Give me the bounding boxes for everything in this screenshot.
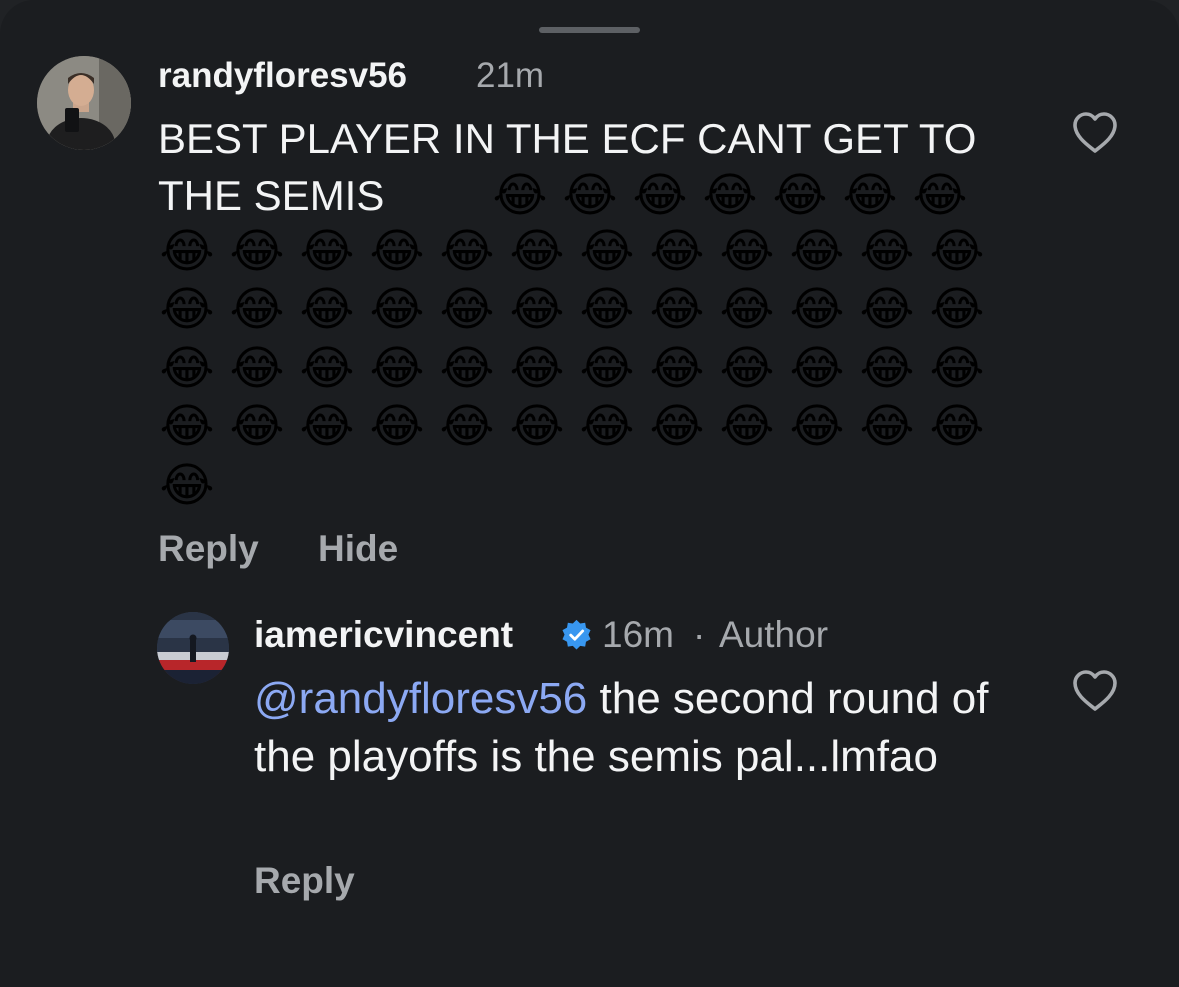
laughing-emoji: 😂 — [509, 340, 565, 394]
reply-button[interactable]: Reply — [254, 860, 355, 902]
laughing-emoji: 😂 — [369, 282, 425, 335]
emoji-row: 😂 😂 😂 😂 😂 😂 😂 😂 😂 😂 😂 😂 — [158, 223, 986, 277]
laughing-emoji: 😂 — [229, 282, 285, 335]
laughing-emoji: 😂 — [159, 457, 215, 511]
comment-username[interactable]: iamericvincent — [254, 614, 513, 656]
laughing-emoji: 😂 — [772, 167, 828, 221]
laughing-emoji: 😂 — [719, 223, 775, 277]
laughing-emoji: 😂 — [929, 399, 985, 452]
laughing-emoji: 😂 — [509, 223, 565, 277]
laughing-emoji: 😂 — [159, 282, 215, 335]
laughing-emoji: 😂 — [369, 399, 425, 452]
sheet-grab-handle[interactable] — [539, 27, 640, 33]
heart-outline-icon[interactable] — [1071, 111, 1119, 155]
comment-username[interactable]: randyfloresv56 — [158, 56, 407, 96]
laughing-emoji: 😂 — [719, 399, 775, 452]
laughing-emoji: 😂 — [859, 223, 915, 277]
laughing-emoji: 😂 — [159, 223, 215, 277]
comment-text: @randyfloresv56 the second round of the … — [254, 670, 1014, 786]
laughing-emoji: 😂 — [439, 223, 495, 277]
comments-sheet: randyfloresv56 21m BEST PLAYER IN THE EC… — [0, 0, 1179, 987]
avatar-photo — [157, 612, 229, 684]
laughing-emoji: 😂 — [509, 399, 565, 452]
laughing-emoji: 😂 — [929, 223, 985, 277]
laughing-emoji: 😂 — [859, 340, 915, 394]
laughing-emoji: 😂 — [439, 399, 495, 452]
hide-button[interactable]: Hide — [318, 528, 398, 570]
laughing-emoji: 😂 — [929, 340, 985, 394]
laughing-emoji: 😂 — [439, 282, 495, 335]
laughing-emoji: 😂 — [702, 167, 758, 221]
laughing-emoji: 😂 — [842, 167, 898, 221]
laughing-emoji: 😂 — [369, 340, 425, 394]
laughing-emoji: 😂 — [789, 282, 845, 335]
emoji-row: 😂 😂 😂 😂 😂 😂 😂 😂 😂 😂 😂 😂 — [158, 282, 986, 336]
laughing-emoji: 😂 — [912, 167, 968, 221]
laughing-emoji: 😂 — [929, 282, 985, 335]
laughing-emoji: 😂 — [229, 340, 285, 394]
emoji-row: 😂 😂 😂 😂 😂 😂 😂 😂 😂 😂 😂 😂 — [158, 399, 986, 453]
laughing-emoji: 😂 — [789, 223, 845, 277]
laughing-emoji: 😂 — [159, 399, 215, 452]
verified-badge-icon — [562, 619, 591, 650]
laughing-emoji: 😂 — [439, 340, 495, 394]
laughing-emoji: 😂 — [492, 167, 548, 221]
laughing-emoji: 😂 — [229, 399, 285, 452]
heart-outline-icon[interactable] — [1071, 669, 1119, 713]
laughing-emoji: 😂 — [632, 167, 688, 221]
avatar-photo — [37, 56, 131, 150]
emoji-row: 😂 😂 😂 😂 😂 😂 😂 😂 😂 😂 😂 😂 — [158, 340, 986, 394]
laughing-emoji: 😂 — [649, 340, 705, 394]
laughing-emoji: 😂 — [369, 223, 425, 277]
laughing-emoji: 😂 — [562, 167, 618, 221]
laughing-emoji: 😂 — [579, 282, 635, 335]
laughing-emoji: 😂 — [299, 223, 355, 277]
avatar[interactable] — [157, 612, 229, 684]
laughing-emoji: 😂 — [299, 399, 355, 452]
meta-separator: · — [693, 614, 706, 655]
laughing-emoji: 😂 — [579, 223, 635, 277]
laughing-emoji: 😂 — [859, 399, 915, 452]
mention-link[interactable]: @randyfloresv56 — [254, 674, 587, 723]
laughing-emoji: 😂 — [299, 340, 355, 394]
emoji-row: 😂 — [158, 457, 216, 511]
laughing-emoji: 😂 — [649, 399, 705, 452]
laughing-emoji: 😂 — [789, 340, 845, 394]
laughing-emoji: 😂 — [509, 282, 565, 335]
avatar[interactable] — [37, 56, 131, 150]
reply-button[interactable]: Reply — [158, 528, 259, 570]
laughing-emoji: 😂 — [649, 223, 705, 277]
comment-timestamp: 21m — [476, 56, 545, 95]
emoji-row: 😂 😂 😂 😂 😂 😂 😂 — [491, 167, 969, 221]
laughing-emoji: 😂 — [649, 282, 705, 335]
laughing-emoji: 😂 — [859, 282, 915, 335]
laughing-emoji: 😂 — [579, 340, 635, 394]
laughing-emoji: 😂 — [299, 282, 355, 335]
author-label: Author — [719, 614, 829, 655]
laughing-emoji: 😂 — [719, 282, 775, 335]
comment-timestamp: 16m — [602, 614, 674, 655]
laughing-emoji: 😂 — [789, 399, 845, 452]
laughing-emoji: 😂 — [159, 340, 215, 394]
laughing-emoji: 😂 — [229, 223, 285, 277]
laughing-emoji: 😂 — [579, 399, 635, 452]
laughing-emoji: 😂 — [719, 340, 775, 394]
